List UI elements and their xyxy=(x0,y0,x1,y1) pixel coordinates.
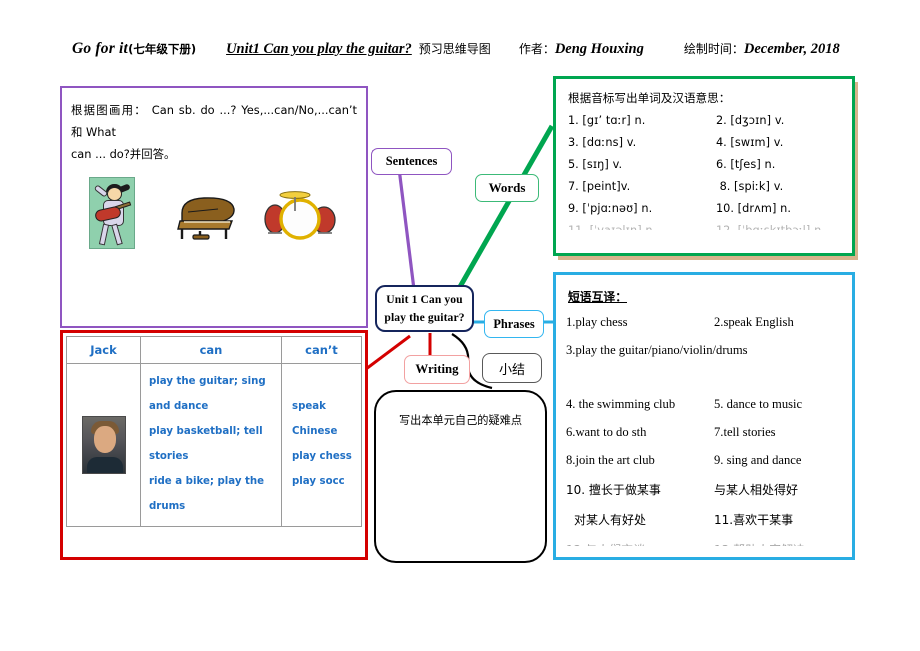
mind-map-worksheet: Go for it(七年级下册) Unit1 Can you play the g… xyxy=(0,0,920,651)
phonetics-list: 1. [gɪ’ tɑːr] n. 2. [dʒɔɪn] v. 3. [dɑːns… xyxy=(556,106,852,230)
table-row: play the guitar; sing and dance play bas… xyxy=(66,363,362,527)
phrase-row: 1.play chess 2.speak English xyxy=(566,315,794,329)
table-header-jack: Jack xyxy=(66,336,141,364)
phrases-heading: 短语互译： xyxy=(568,290,627,304)
instruction-line-2: can ... do?并回答。 xyxy=(71,147,176,162)
phrase-row: 6.want to do sth 7.tell stories xyxy=(566,425,776,439)
author-name: Deng Houxing xyxy=(554,41,644,57)
piano-clipart xyxy=(177,196,235,240)
subtitle: 预习思维导图 xyxy=(418,42,491,56)
author-label: 作者： xyxy=(518,42,555,56)
phonetics-item: 1. [gɪ’ tɑːr] n. xyxy=(568,114,646,127)
phonetics-item: 10. [drʌm] n. xyxy=(716,202,792,215)
phonetics-item: 4. [swɪm] v. xyxy=(716,136,784,149)
phrase-row-clipped: 12.与人们交谈 13.帮助人家解决… xyxy=(566,541,852,546)
unit-title: Unit1 Can you play the guitar? xyxy=(226,41,412,57)
phonetics-heading: 根据音标写出单词及汉语意思： xyxy=(568,91,731,105)
instruction-text: 根据图画用： Can sb. do ...? Yes,...can/No,...… xyxy=(62,88,366,166)
node-summary[interactable]: 小结 xyxy=(482,353,542,383)
node-sentences[interactable]: Sentences xyxy=(371,148,452,175)
picture-prompt-panel: 根据图画用： Can sb. do ...? Yes,...can/No,...… xyxy=(60,86,368,328)
phonetics-item: 7. [peint]v. xyxy=(568,180,631,193)
clipart-row xyxy=(62,173,366,265)
center-line-2: play the guitar? xyxy=(384,310,465,324)
date-label: 绘制时间： xyxy=(683,42,744,56)
ability-table-panel: Jack can can’t play the guitar; sing and… xyxy=(60,330,368,560)
can-list: play the guitar; sing and dance play bas… xyxy=(140,363,282,527)
phonetics-exercise-panel: 根据音标写出单词及汉语意思： 1. [gɪ’ tɑːr] n. 2. [dʒɔɪ… xyxy=(553,76,855,256)
phrase-translation-panel: 短语互译： 1.play chess 2.speak English 3.pla… xyxy=(553,272,855,560)
phonetics-item: 8. [spiːk] v. xyxy=(719,180,784,193)
phrase-row: 10. 擅长于做某事 与某人相处得好 xyxy=(566,483,799,497)
drums-clipart xyxy=(264,190,336,240)
phonetics-item: 2. [dʒɔɪn] v. xyxy=(716,114,785,127)
table-header-row: Jack can can’t xyxy=(66,336,362,364)
phrase-row: 3.play the guitar/piano/violin/drums xyxy=(566,343,748,357)
date-value: December, 2018 xyxy=(743,41,840,57)
center-line-1: Unit 1 Can you xyxy=(386,292,463,306)
book-title: Go for it xyxy=(72,40,129,57)
node-words[interactable]: Words xyxy=(475,174,539,202)
phrase-row: 对某人有好处 11.喜欢干某事 xyxy=(574,513,794,527)
instruction-line-1: 根据图画用： Can sb. do ...? Yes,...can/No,...… xyxy=(71,103,357,140)
node-center-topic[interactable]: Unit 1 Can you play the guitar? xyxy=(375,285,474,332)
node-writing[interactable]: Writing xyxy=(404,355,470,384)
phonetics-item: 3. [dɑːns] v. xyxy=(568,136,637,149)
phonetics-item: 6. [tʃes] n. xyxy=(716,158,776,171)
jack-ability-table: Jack can can’t play the guitar; sing and… xyxy=(66,336,362,527)
node-phrases[interactable]: Phrases xyxy=(484,310,544,338)
page-title: Go for it(七年级下册) Unit1 Can you play the g… xyxy=(72,40,902,68)
phonetics-item-clipped: 12. [ˈbɑːskɪtbɔːl] n. xyxy=(716,224,852,230)
phrase-row: 4. the swimming club 5. dance to music xyxy=(566,397,803,411)
cant-list: speak Chinese play chess play socc xyxy=(281,363,362,527)
phonetics-item: 5. [sɪŋ] v. xyxy=(568,158,623,171)
difficulties-prompt: 写出本单元自己的疑难点 xyxy=(398,414,523,427)
phrase-row: 8.join the art club 9. sing and dance xyxy=(566,453,802,467)
table-header-cant: can’t xyxy=(281,336,362,364)
phonetics-item: 9. [ˈpjɑːnəʊ] n. xyxy=(568,202,653,215)
grade-label: (七年级下册) xyxy=(128,42,197,56)
guitar-player-clipart xyxy=(89,176,135,249)
difficulties-note-panel[interactable]: 写出本单元自己的疑难点 xyxy=(374,390,547,563)
phrases-list: 1.play chess 2.speak English 3.play the … xyxy=(556,305,852,546)
phonetics-item-clipped: 11. [ˈvaɪəlɪn] n. xyxy=(568,224,716,230)
jack-portrait-photo xyxy=(66,363,141,527)
table-header-can: can xyxy=(140,336,282,364)
